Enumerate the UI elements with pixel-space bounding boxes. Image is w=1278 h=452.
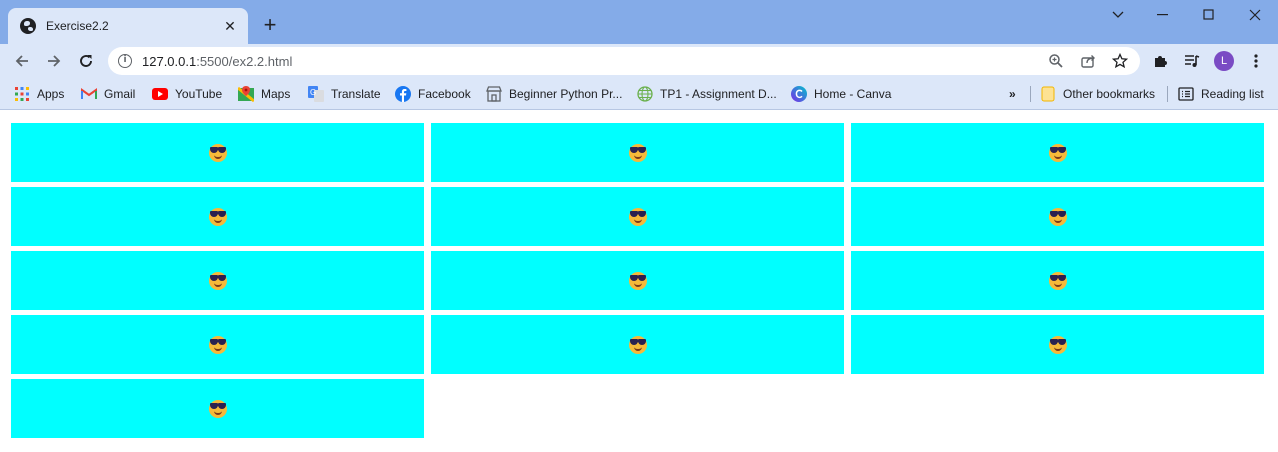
gmail-icon [81, 86, 97, 102]
page-content [0, 111, 1278, 452]
sunglasses-face-icon [628, 207, 648, 227]
bookmark-label: Home - Canva [814, 87, 892, 101]
new-tab-button[interactable]: + [258, 14, 282, 38]
bookmark-beginner-python[interactable]: Beginner Python Pr... [486, 84, 622, 104]
box-item [431, 123, 844, 182]
apps-grid-icon [14, 86, 30, 102]
bookmark-label: Apps [37, 87, 65, 101]
box-item [851, 315, 1264, 374]
box-item [431, 251, 844, 310]
reading-list-button[interactable]: Reading list [1178, 84, 1264, 104]
bookmarks-bar: Apps Gmail YouTube Maps G Translate Face… [0, 78, 1278, 110]
box-item [11, 123, 424, 182]
close-window-button[interactable] [1232, 0, 1278, 30]
sunglasses-face-icon [628, 143, 648, 163]
sunglasses-face-icon [1048, 271, 1068, 291]
folder-icon [1040, 86, 1056, 102]
bookmark-youtube[interactable]: YouTube [152, 84, 222, 104]
close-tab-icon[interactable]: ✕ [222, 18, 238, 34]
box-item [11, 379, 424, 438]
box-item [851, 187, 1264, 246]
box-item [11, 315, 424, 374]
youtube-icon [152, 86, 168, 102]
bookmark-label: YouTube [175, 87, 223, 101]
box-item [11, 251, 424, 310]
box-item [11, 187, 424, 246]
browser-tab[interactable]: Exercise2.2 ✕ [8, 8, 248, 44]
media-queue-icon[interactable] [1180, 49, 1204, 73]
sunglasses-face-icon [1048, 207, 1068, 227]
box-item [851, 251, 1264, 310]
bookmark-canva[interactable]: Home - Canva [791, 84, 891, 104]
bookmark-label: Other bookmarks [1063, 87, 1156, 101]
bookmarks-divider [1167, 86, 1168, 102]
bookmark-facebook[interactable]: Facebook [395, 84, 471, 104]
url-text[interactable]: 127.0.0.1:5500/ex2.2.html [142, 54, 292, 69]
bookmark-label: TP1 - Assignment D... [660, 87, 777, 101]
minimize-button[interactable] [1140, 0, 1186, 30]
bookmark-tp1-assignment[interactable]: TP1 - Assignment D... [637, 84, 777, 104]
box-item [431, 187, 844, 246]
reload-button[interactable] [74, 49, 98, 73]
storefront-icon [486, 86, 502, 102]
sunglasses-face-icon [208, 399, 228, 419]
extensions-puzzle-icon[interactable] [1148, 49, 1172, 73]
bookmark-star-icon[interactable] [1110, 51, 1130, 71]
avatar-initial: L [1214, 51, 1234, 71]
bookmark-label: Beginner Python Pr... [509, 87, 623, 101]
bookmark-apps[interactable]: Apps [14, 84, 64, 104]
maps-icon [238, 86, 254, 102]
url-host: 127.0.0.1 [142, 53, 197, 69]
bookmarks-divider [1030, 86, 1031, 102]
url-path: :5500/ex2.2.html [196, 53, 293, 69]
box-item [431, 315, 844, 374]
globe-favicon-icon [20, 18, 36, 34]
sunglasses-face-icon [208, 271, 228, 291]
forward-button[interactable] [42, 49, 66, 73]
flex-box-grid [11, 123, 1264, 438]
box-item [851, 123, 1264, 182]
zoom-icon[interactable] [1046, 51, 1066, 71]
bookmark-label: Gmail [104, 87, 136, 101]
translate-icon: G [308, 86, 324, 102]
bookmark-translate[interactable]: G Translate [308, 84, 381, 104]
facebook-icon [395, 86, 411, 102]
bookmark-label: Facebook [418, 87, 471, 101]
globe-icon [637, 86, 653, 102]
bookmarks-overflow-button[interactable]: » [1009, 84, 1016, 104]
canva-icon [791, 86, 807, 102]
back-button[interactable] [10, 49, 34, 73]
profile-avatar[interactable]: L [1212, 49, 1236, 73]
bookmark-label: Maps [261, 87, 291, 101]
bookmark-label: Translate [331, 87, 381, 101]
sunglasses-face-icon [208, 207, 228, 227]
browser-toolbar: i 127.0.0.1:5500/ex2.2.html L [0, 44, 1278, 78]
site-info-icon[interactable]: i [118, 54, 132, 68]
address-bar[interactable]: i 127.0.0.1:5500/ex2.2.html [108, 47, 1140, 75]
sunglasses-face-icon [628, 335, 648, 355]
menu-kebab-icon[interactable] [1244, 49, 1268, 73]
sunglasses-face-icon [1048, 143, 1068, 163]
tab-strip: Exercise2.2 ✕ + [0, 0, 1278, 44]
sunglasses-face-icon [208, 335, 228, 355]
other-bookmarks-folder[interactable]: Other bookmarks [1040, 84, 1155, 104]
tab-search-icon[interactable] [1095, 0, 1141, 30]
bookmark-maps[interactable]: Maps [238, 84, 290, 104]
sunglasses-face-icon [1048, 335, 1068, 355]
maximize-button[interactable] [1186, 0, 1232, 30]
sunglasses-face-icon [208, 143, 228, 163]
reading-list-icon [1178, 86, 1194, 102]
sunglasses-face-icon [628, 271, 648, 291]
tab-title: Exercise2.2 [46, 19, 109, 33]
bookmark-gmail[interactable]: Gmail [81, 84, 135, 104]
bookmark-label: Reading list [1201, 87, 1264, 101]
svg-text:G: G [310, 88, 316, 97]
share-icon[interactable] [1078, 51, 1098, 71]
